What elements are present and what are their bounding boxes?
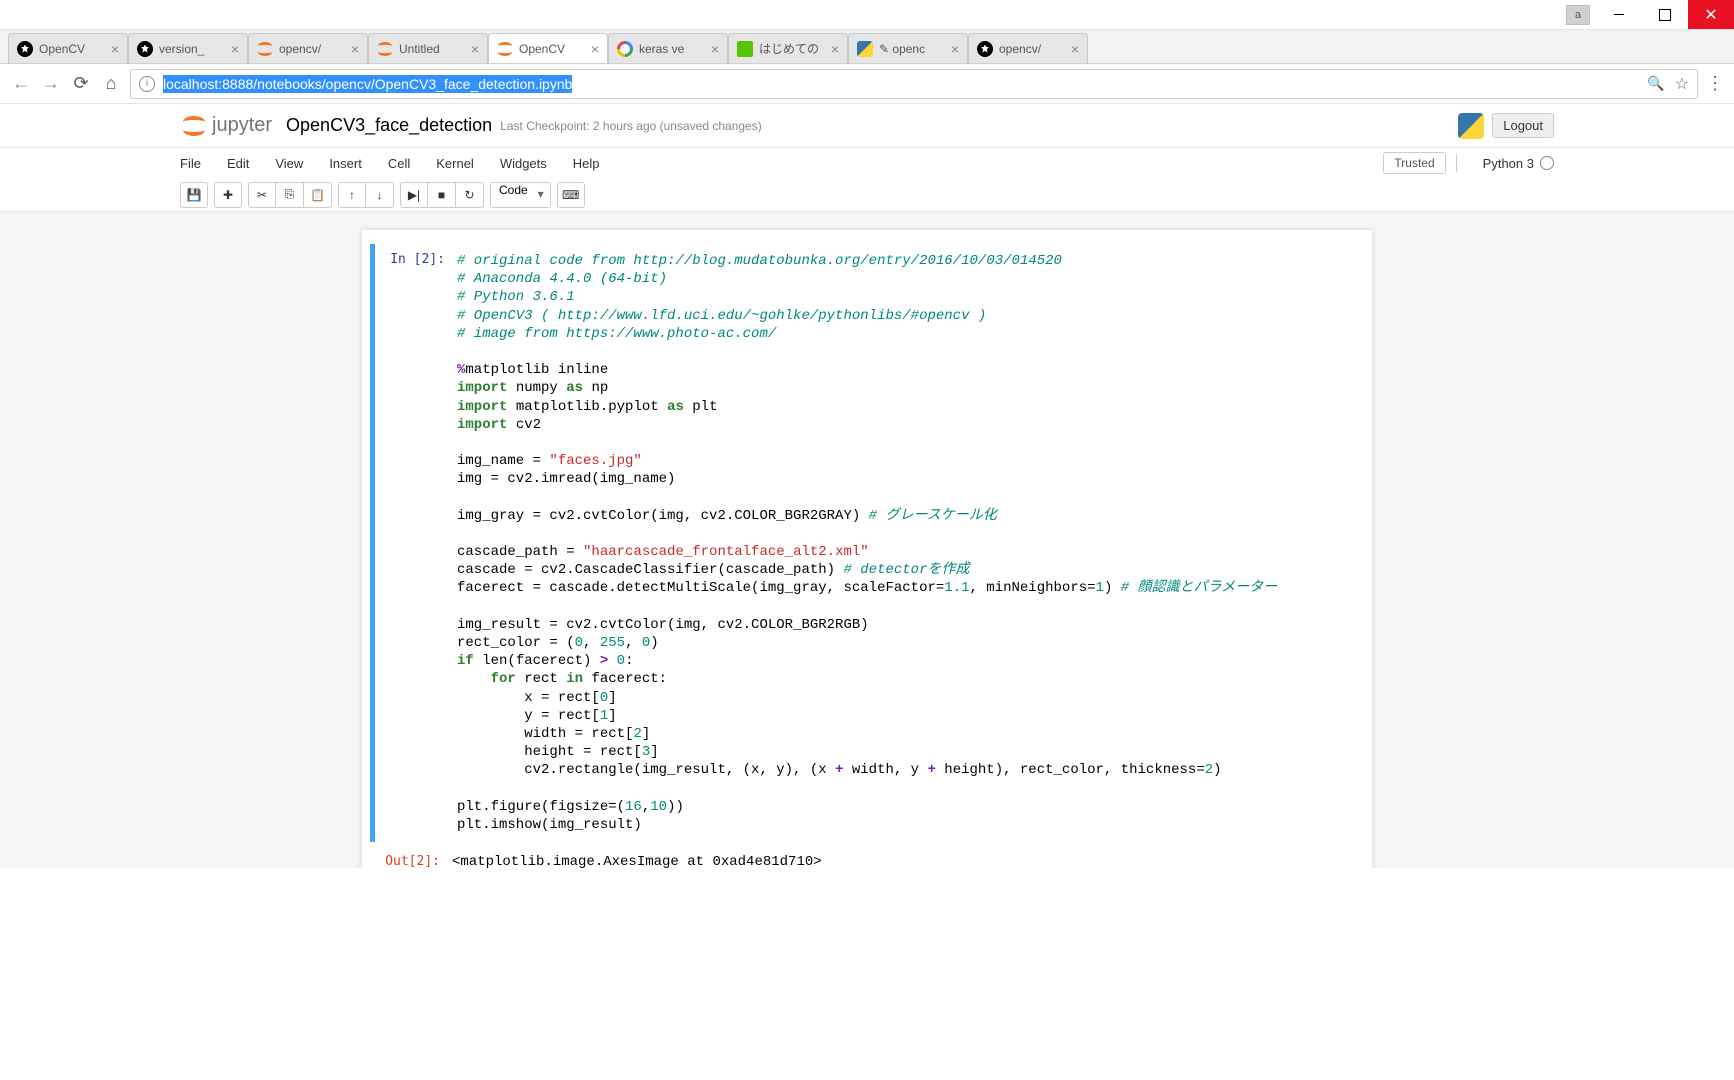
window-maximize-button[interactable] (1642, 0, 1688, 29)
qiita-icon (737, 41, 753, 57)
browser-menu-button[interactable]: ⋮ (1706, 73, 1724, 94)
checkpoint-status: Last Checkpoint: 2 hours ago (unsaved ch… (500, 119, 762, 133)
command-palette-button[interactable]: ⌨ (557, 182, 585, 208)
github-icon (17, 41, 33, 57)
move-down-button[interactable]: ↓ (366, 182, 394, 208)
jupyter-logo-icon (180, 112, 208, 140)
paste-button[interactable]: 📋 (304, 182, 332, 208)
close-icon[interactable]: × (951, 41, 959, 57)
output-prompt: Out[2]: (370, 850, 448, 868)
input-prompt: In [2]: (375, 248, 453, 838)
browser-tab-0[interactable]: OpenCV× (8, 33, 128, 63)
run-button[interactable]: ▶| (400, 182, 428, 208)
notebook-container: In [2]: # original code from http://blog… (362, 230, 1372, 868)
save-button[interactable]: 💾 (180, 182, 208, 208)
jupyter-icon (497, 41, 513, 57)
python-icon (857, 41, 873, 57)
logout-button[interactable]: Logout (1492, 113, 1554, 138)
output-cell: Out[2]: <matplotlib.image.AxesImage at 0… (370, 846, 1364, 868)
jupyter-logo[interactable]: jupyter (180, 112, 272, 140)
browser-tab-1[interactable]: version_× (128, 33, 248, 63)
github-icon (137, 41, 153, 57)
restart-button[interactable]: ↻ (456, 182, 484, 208)
menu-view[interactable]: View (275, 156, 303, 171)
close-icon[interactable]: × (471, 41, 479, 57)
menu-help[interactable]: Help (573, 156, 600, 171)
browser-tab-2[interactable]: opencv/× (248, 33, 368, 63)
browser-tab-8[interactable]: opencv/× (968, 33, 1088, 63)
kernel-status-icon (1540, 156, 1554, 170)
window-minimize-button[interactable] (1596, 0, 1642, 29)
menu-widgets[interactable]: Widgets (500, 156, 547, 171)
notebook-name[interactable]: OpenCV3_face_detection (286, 115, 492, 136)
browser-tab-6[interactable]: はじめての× (728, 33, 848, 63)
trusted-badge[interactable]: Trusted (1383, 152, 1445, 174)
interrupt-button[interactable]: ■ (428, 182, 456, 208)
cut-button[interactable]: ✂ (248, 182, 276, 208)
browser-tab-4[interactable]: OpenCV× (488, 33, 608, 63)
home-button[interactable]: ⌂ (100, 73, 122, 95)
jupyter-header: jupyter OpenCV3_face_detection Last Chec… (0, 104, 1734, 148)
menu-edit[interactable]: Edit (227, 156, 249, 171)
jupyter-menubar: File Edit View Insert Cell Kernel Widget… (0, 148, 1734, 178)
close-icon[interactable]: × (591, 41, 599, 57)
window-titlebar: a ✕ (0, 0, 1734, 30)
bookmark-icon[interactable]: ☆ (1675, 74, 1689, 94)
zoom-icon[interactable]: 🔍 (1647, 75, 1664, 92)
reload-button[interactable]: ⟳ (70, 73, 92, 95)
browser-tab-strip: OpenCV× version_× opencv/× Untitled× Ope… (0, 30, 1734, 64)
copy-button[interactable]: ⎘ (276, 182, 304, 208)
jupyter-toolbar: 💾 ✚ ✂ ⎘ 📋 ↑ ↓ ▶| ■ ↻ Code ⌨ (0, 178, 1734, 212)
code-cell[interactable]: In [2]: # original code from http://blog… (370, 244, 1364, 842)
menu-insert[interactable]: Insert (329, 156, 362, 171)
kernel-indicator[interactable]: Python 3 (1483, 156, 1554, 171)
browser-toolbar: ← → ⟳ ⌂ i localhost:8888/notebooks/openc… (0, 64, 1734, 104)
add-cell-button[interactable]: ✚ (214, 182, 242, 208)
output-text: <matplotlib.image.AxesImage at 0xad4e81d… (452, 854, 1356, 868)
window-close-button[interactable]: ✕ (1688, 0, 1734, 29)
jupyter-icon (377, 41, 393, 57)
move-up-button[interactable]: ↑ (338, 182, 366, 208)
close-icon[interactable]: × (111, 41, 119, 57)
browser-tab-7[interactable]: ✎ openc× (848, 33, 968, 63)
menu-file[interactable]: File (180, 156, 201, 171)
browser-tab-5[interactable]: keras ve× (608, 33, 728, 63)
close-icon[interactable]: × (831, 41, 839, 57)
jupyter-icon (257, 41, 273, 57)
close-icon[interactable]: × (231, 41, 239, 57)
url-text: localhost:8888/notebooks/opencv/OpenCV3_… (163, 75, 572, 93)
github-icon (977, 41, 993, 57)
back-button[interactable]: ← (10, 73, 32, 95)
close-icon[interactable]: × (1071, 41, 1079, 57)
browser-tab-3[interactable]: Untitled× (368, 33, 488, 63)
site-info-icon[interactable]: i (139, 76, 155, 92)
google-icon (617, 41, 633, 57)
close-icon[interactable]: × (351, 41, 359, 57)
celltype-select[interactable]: Code (490, 182, 551, 208)
python-icon (1458, 113, 1484, 139)
forward-button[interactable]: → (40, 73, 62, 95)
close-icon[interactable]: × (711, 41, 719, 57)
extension-badge[interactable]: a (1566, 5, 1590, 25)
code-input-area[interactable]: # original code from http://blog.mudatob… (453, 248, 1364, 838)
page-viewport: jupyter OpenCV3_face_detection Last Chec… (0, 104, 1734, 868)
menu-cell[interactable]: Cell (388, 156, 410, 171)
menu-kernel[interactable]: Kernel (436, 156, 474, 171)
address-bar[interactable]: i localhost:8888/notebooks/opencv/OpenCV… (130, 69, 1698, 99)
